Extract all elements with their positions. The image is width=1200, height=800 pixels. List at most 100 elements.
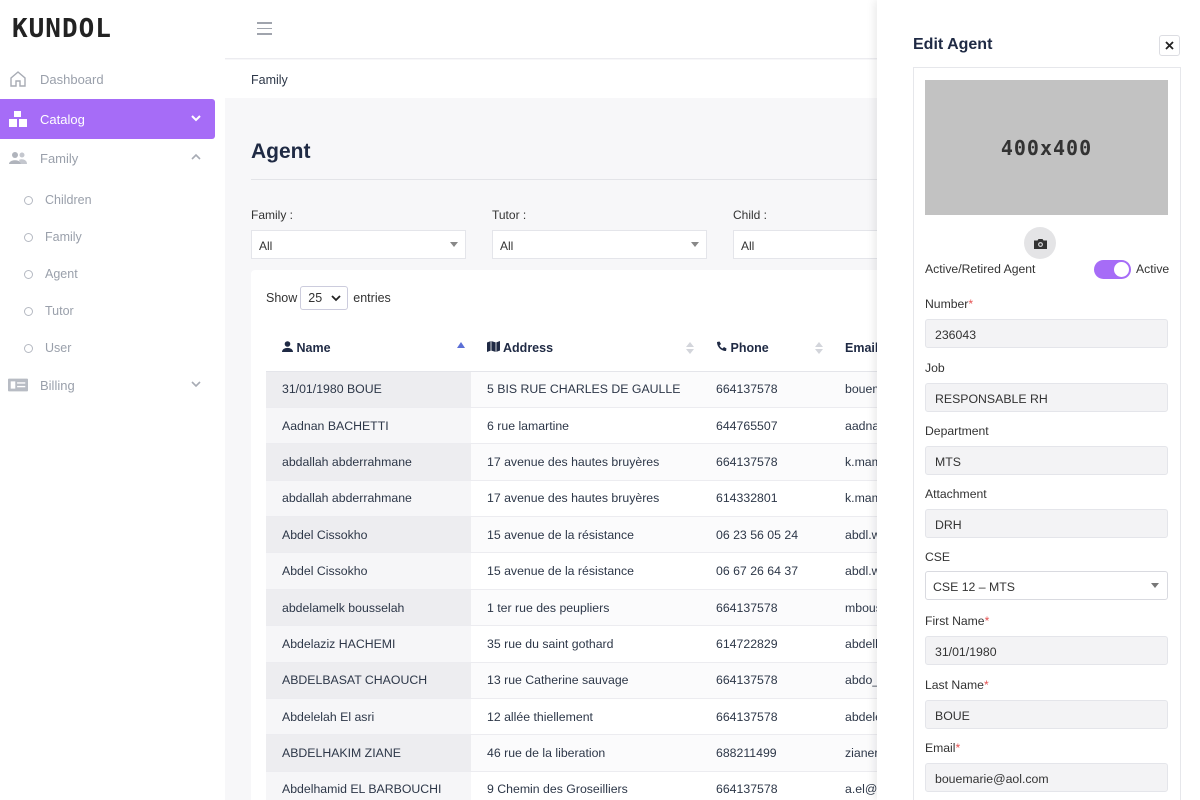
sidebar-item-dashboard[interactable]: Dashboard	[0, 59, 215, 99]
first-name-label: First Name*	[925, 614, 990, 628]
sidebar-subitem-label: Family	[45, 230, 82, 244]
sidebar-subitem-label: Children	[45, 193, 92, 207]
last-name-label: Last Name*	[925, 678, 989, 692]
department-field[interactable]: MTS	[925, 446, 1168, 475]
caret-down-icon	[691, 242, 699, 247]
name-cell: Aadnan BACHETTI	[266, 407, 471, 445]
column-header-name[interactable]: Name	[266, 326, 471, 372]
table-row[interactable]: Abdelaziz HACHEMI 35 rue du saint gothard…	[266, 625, 926, 663]
sidebar-item-family[interactable]: Family	[0, 138, 215, 178]
table-row[interactable]: Abdel Cissokho 15 avenue de la résistance…	[266, 552, 926, 590]
table-row[interactable]: Abdelelah El asri 12 allée thiellement 664…	[266, 698, 926, 736]
filter-tutor-select[interactable]: All	[492, 230, 707, 259]
filter-child-label: Child :	[733, 208, 768, 222]
cse-select[interactable]: CSE 12 – MTS	[925, 571, 1168, 600]
job-field[interactable]: RESPONSABLE RH	[925, 383, 1168, 412]
phone-cell: 614722829	[700, 625, 829, 663]
name-cell: ABDELHAKIM ZIANE	[266, 734, 471, 772]
table-row[interactable]: ABDELHAKIM ZIANE 46 rue de la liberation 6…	[266, 734, 926, 772]
name-cell: 31/01/1980 BOUE	[266, 371, 471, 408]
address-cell: 15 avenue de la résistance	[471, 552, 700, 590]
table-row[interactable]: ABDELBASAT CHAOUCH 13 rue Catherine sauva…	[266, 662, 926, 700]
name-cell: ABDELBASAT CHAOUCH	[266, 662, 471, 700]
filter-child-select[interactable]: All	[733, 230, 893, 259]
last-name-field[interactable]: BOUE	[925, 700, 1168, 729]
phone-cell: 664137578	[700, 371, 829, 408]
sidebar: KUNDOL Dashboard Catalog Family Children…	[0, 0, 225, 800]
filter-value: All	[500, 239, 514, 253]
column-label: Phone	[730, 341, 769, 356]
table-header-row: Name Address Phone Email	[266, 326, 926, 372]
entries-select[interactable]: 25	[300, 286, 349, 310]
name-cell: Abdelaziz HACHEMI	[266, 625, 471, 663]
table-row[interactable]: abdallah abderrahmane 17 avenue des haute…	[266, 443, 926, 481]
sidebar-subitem-agent[interactable]: Agent	[24, 259, 78, 289]
table-row[interactable]: Aadnan BACHETTI 6 rue lamartine 644765507 a…	[266, 407, 926, 445]
sort-both-icon	[815, 342, 823, 354]
filter-value: All	[259, 239, 273, 253]
billing-icon	[8, 375, 28, 395]
sidebar-item-label: Billing	[40, 377, 75, 393]
filter-family-select[interactable]: All	[251, 230, 466, 259]
sidebar-subitem-user[interactable]: User	[24, 333, 71, 363]
table-row[interactable]: abdallah abderrahmane 17 avenue des haute…	[266, 480, 926, 518]
breadcrumb-item[interactable]: Family	[251, 73, 288, 87]
first-name-field[interactable]: 31/01/1980	[925, 636, 1168, 665]
column-label: Address	[503, 341, 554, 356]
users-icon	[8, 148, 28, 168]
app-logo[interactable]: KUNDOL	[12, 14, 112, 44]
chevron-down-icon	[191, 381, 201, 388]
address-cell: 9 Chemin des Groseilliers	[471, 771, 700, 800]
address-cell: 15 avenue de la résistance	[471, 516, 700, 554]
table-row[interactable]: abdelamelk bousselah 1 ter rue des peupli…	[266, 589, 926, 627]
home-icon	[8, 69, 28, 89]
phone-cell: 664137578	[700, 443, 829, 481]
close-icon	[1165, 41, 1174, 50]
sidebar-item-label: Dashboard	[40, 71, 104, 87]
address-cell: 17 avenue des hautes bruyères	[471, 480, 700, 518]
email-label: Email*	[925, 741, 961, 755]
sidebar-item-label: Catalog	[40, 111, 85, 127]
name-cell: Abdelhamid EL BARBOUCHI	[266, 771, 471, 800]
column-label: Email	[845, 341, 879, 356]
show-label: Show	[266, 291, 298, 305]
name-cell: Abdelelah El asri	[266, 698, 471, 736]
attachment-label: Attachment	[925, 487, 987, 501]
table-body: 31/01/1980 BOUE 5 BIS RUE CHARLES DE GAUL…	[266, 371, 926, 800]
circle-icon	[24, 232, 33, 242]
name-cell: abdallah abderrahmane	[266, 480, 471, 518]
sidebar-subitem-family[interactable]: Family	[24, 222, 82, 252]
circle-icon	[24, 343, 33, 353]
email-field[interactable]: bouemarie@aol.com	[925, 763, 1168, 792]
sidebar-subitem-label: User	[45, 341, 72, 355]
close-button[interactable]	[1159, 35, 1180, 56]
menu-toggle-icon[interactable]	[257, 22, 272, 39]
caret-down-icon	[450, 242, 458, 247]
active-toggle[interactable]	[1094, 260, 1131, 279]
column-header-phone[interactable]: Phone	[700, 326, 829, 372]
chevron-down-icon	[331, 295, 341, 302]
chevron-down-icon	[191, 115, 201, 122]
filter-family-label: Family :	[251, 208, 293, 222]
name-cell: abdallah abderrahmane	[266, 443, 471, 481]
table-row[interactable]: Abdelhamid EL BARBOUCHI 9 Chemin des Gros…	[266, 771, 926, 800]
sidebar-subitem-children[interactable]: Children	[24, 185, 92, 215]
table-row[interactable]: Abdel Cissokho 15 avenue de la résistance…	[266, 516, 926, 554]
attachment-field[interactable]: DRH	[925, 509, 1168, 538]
sidebar-item-billing[interactable]: Billing	[0, 365, 215, 405]
address-cell: 13 rue Catherine sauvage	[471, 662, 700, 700]
drawer-title: Edit Agent	[913, 36, 993, 53]
cse-value: CSE 12 – MTS	[933, 580, 1016, 594]
number-field[interactable]: 236043	[925, 319, 1168, 348]
column-header-address[interactable]: Address	[471, 326, 700, 372]
entries-label: entries	[353, 291, 391, 305]
phone-cell: 644765507	[700, 407, 829, 445]
sidebar-item-catalog[interactable]: Catalog	[0, 99, 215, 139]
phone-cell: 664137578	[700, 771, 829, 800]
map-icon	[487, 341, 500, 353]
sidebar-subitem-tutor[interactable]: Tutor	[24, 296, 74, 326]
upload-photo-button[interactable]	[1024, 227, 1056, 259]
phone-cell: 614332801	[700, 480, 829, 518]
table-row[interactable]: 31/01/1980 BOUE 5 BIS RUE CHARLES DE GAUL…	[266, 371, 926, 408]
address-cell: 12 allée thiellement	[471, 698, 700, 736]
